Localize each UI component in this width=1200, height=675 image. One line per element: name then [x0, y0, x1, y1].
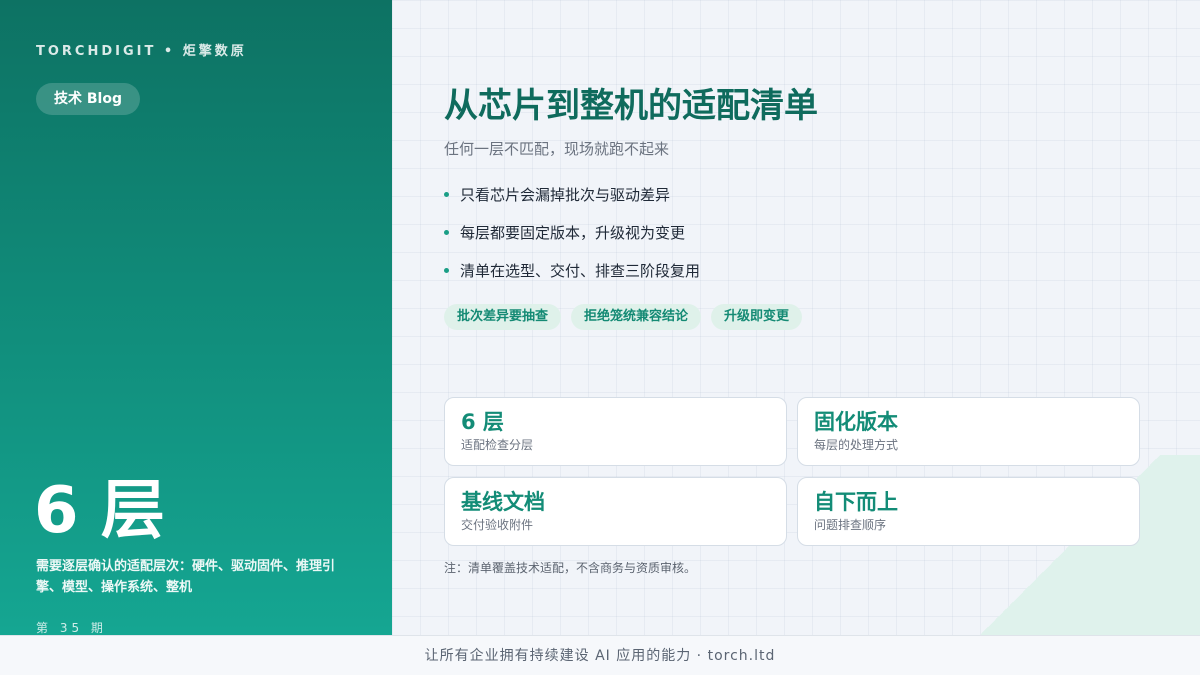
brand-name: TORCHDIGIT • 炬擎数原: [36, 44, 247, 59]
keyword-chips: 批次差异要抽查 拒绝笼统兼容结论 升级即变更: [444, 304, 803, 330]
stat-card-label: 问题排查顺序: [814, 518, 887, 532]
footer-text: 让所有企业拥有持续建设 AI 应用的能力 · torch.ltd: [424, 648, 776, 664]
footer-bar: 让所有企业拥有持续建设 AI 应用的能力 · torch.ltd: [0, 635, 1200, 675]
stat-card-value: 自下而上: [814, 490, 898, 514]
stat-card: 固化版本 每层的处理方式: [797, 397, 1140, 466]
content-panel: 从芯片到整机的适配清单 任何一层不匹配，现场就跑不起来 只看芯片会漏掉批次与驱动…: [392, 0, 1200, 635]
stat-card: 6 层 适配检查分层: [444, 397, 787, 466]
page-subtitle: 任何一层不匹配，现场就跑不起来: [444, 140, 670, 158]
keyword-chip[interactable]: 拒绝笼统兼容结论: [571, 304, 702, 330]
bullet-dot-icon: [444, 230, 449, 235]
bullet-dot-icon: [444, 268, 449, 273]
stat-cards: 6 层 适配检查分层 固化版本 每层的处理方式 基线文档 交付验收附件 自下而上…: [444, 397, 1140, 546]
bullet-text: 清单在选型、交付、排查三阶段复用: [460, 262, 701, 280]
stat-card-label: 交付验收附件: [461, 518, 534, 532]
stat-card: 基线文档 交付验收附件: [444, 477, 787, 546]
key-stat: 6 层: [34, 474, 165, 548]
stat-card-value: 基线文档: [461, 490, 545, 514]
bullet-item: 只看芯片会漏掉批次与驱动差异: [444, 183, 700, 206]
stat-card-value: 固化版本: [814, 410, 898, 434]
bullet-item: 每层都要固定版本，升级视为变更: [444, 221, 700, 244]
bullet-text: 只看芯片会漏掉批次与驱动差异: [460, 186, 671, 204]
keyword-chip[interactable]: 升级即变更: [711, 304, 803, 330]
bullet-text: 每层都要固定版本，升级视为变更: [460, 224, 686, 242]
keyword-chip[interactable]: 批次差异要抽查: [444, 304, 562, 330]
key-stat-description: 需要逐层确认的适配层次：硬件、驱动固件、推理引擎、模型、操作系统、整机: [36, 559, 336, 595]
stat-card-label: 适配检查分层: [461, 438, 534, 452]
stat-card: 自下而上 问题排查顺序: [797, 477, 1140, 546]
stat-card-value: 6 层: [461, 410, 504, 434]
footnote: 注：清单覆盖技术适配，不含商务与资质审核。: [444, 561, 697, 575]
bullet-dot-icon: [444, 192, 449, 197]
stat-card-label: 每层的处理方式: [814, 438, 899, 452]
bullet-list: 只看芯片会漏掉批次与驱动差异 每层都要固定版本，升级视为变更 清单在选型、交付、…: [444, 183, 700, 297]
page-title: 从芯片到整机的适配清单: [444, 86, 818, 126]
bullet-item: 清单在选型、交付、排查三阶段复用: [444, 259, 700, 282]
issue-number: 第 35 期: [36, 621, 107, 635]
category-tag[interactable]: 技术 Blog: [36, 83, 140, 115]
left-panel: TORCHDIGIT • 炬擎数原 技术 Blog 6 层 需要逐层确认的适配层…: [0, 0, 392, 635]
